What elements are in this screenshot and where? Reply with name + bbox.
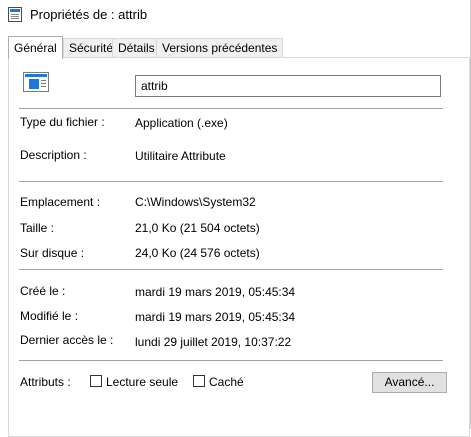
location-value: C:\Windows\System32	[135, 195, 256, 209]
tab-details[interactable]: Détails	[112, 38, 161, 57]
description-label: Description :	[20, 148, 87, 162]
window-title: Propriétés de : attrib	[30, 7, 148, 22]
tab-general[interactable]: Général	[8, 36, 63, 59]
tab-previous-versions[interactable]: Versions précédentes	[156, 38, 284, 57]
readonly-label[interactable]: Lecture seule	[106, 375, 178, 389]
attributes-label: Attributs :	[20, 375, 71, 389]
size-label: Taille :	[20, 221, 55, 235]
hidden-checkbox[interactable]	[193, 375, 205, 387]
size-on-disk-value: 24,0 Ko (24 576 octets)	[135, 246, 260, 260]
title-bar: Propriétés de : attrib	[0, 0, 471, 30]
size-value: 21,0 Ko (21 504 octets)	[135, 221, 260, 235]
hidden-label[interactable]: Caché	[209, 375, 244, 389]
readonly-checkbox[interactable]	[90, 375, 102, 387]
separator	[19, 269, 443, 270]
size-on-disk-label: Sur disque :	[20, 246, 85, 260]
created-label: Créé le :	[20, 284, 66, 298]
modified-value: mardi 19 mars 2019, 05:45:34	[135, 310, 296, 324]
modified-label: Modifié le :	[20, 309, 79, 323]
tab-security[interactable]: Sécurité	[63, 38, 120, 57]
accessed-value: lundi 29 juillet 2019, 10:37:22	[135, 335, 292, 349]
separator	[19, 108, 443, 109]
file-type-value: Application (.exe)	[135, 116, 228, 130]
advanced-button[interactable]: Avancé...	[372, 372, 447, 393]
general-panel: attrib Type du fichier : Application (.e…	[8, 57, 470, 437]
separator	[19, 360, 443, 361]
created-value: mardi 19 mars 2019, 05:45:34	[135, 285, 296, 299]
properties-window-icon	[8, 7, 22, 22]
tab-bar: Général Sécurité Détails Versions précéd…	[8, 36, 468, 59]
separator	[19, 181, 443, 182]
executable-file-icon	[23, 72, 49, 92]
accessed-label: Dernier accès le :	[20, 333, 114, 347]
location-label: Emplacement :	[20, 195, 101, 209]
file-type-label: Type du fichier :	[20, 115, 105, 129]
description-value: Utilitaire Attribute	[135, 149, 226, 163]
file-name-field[interactable]: attrib	[135, 75, 441, 97]
